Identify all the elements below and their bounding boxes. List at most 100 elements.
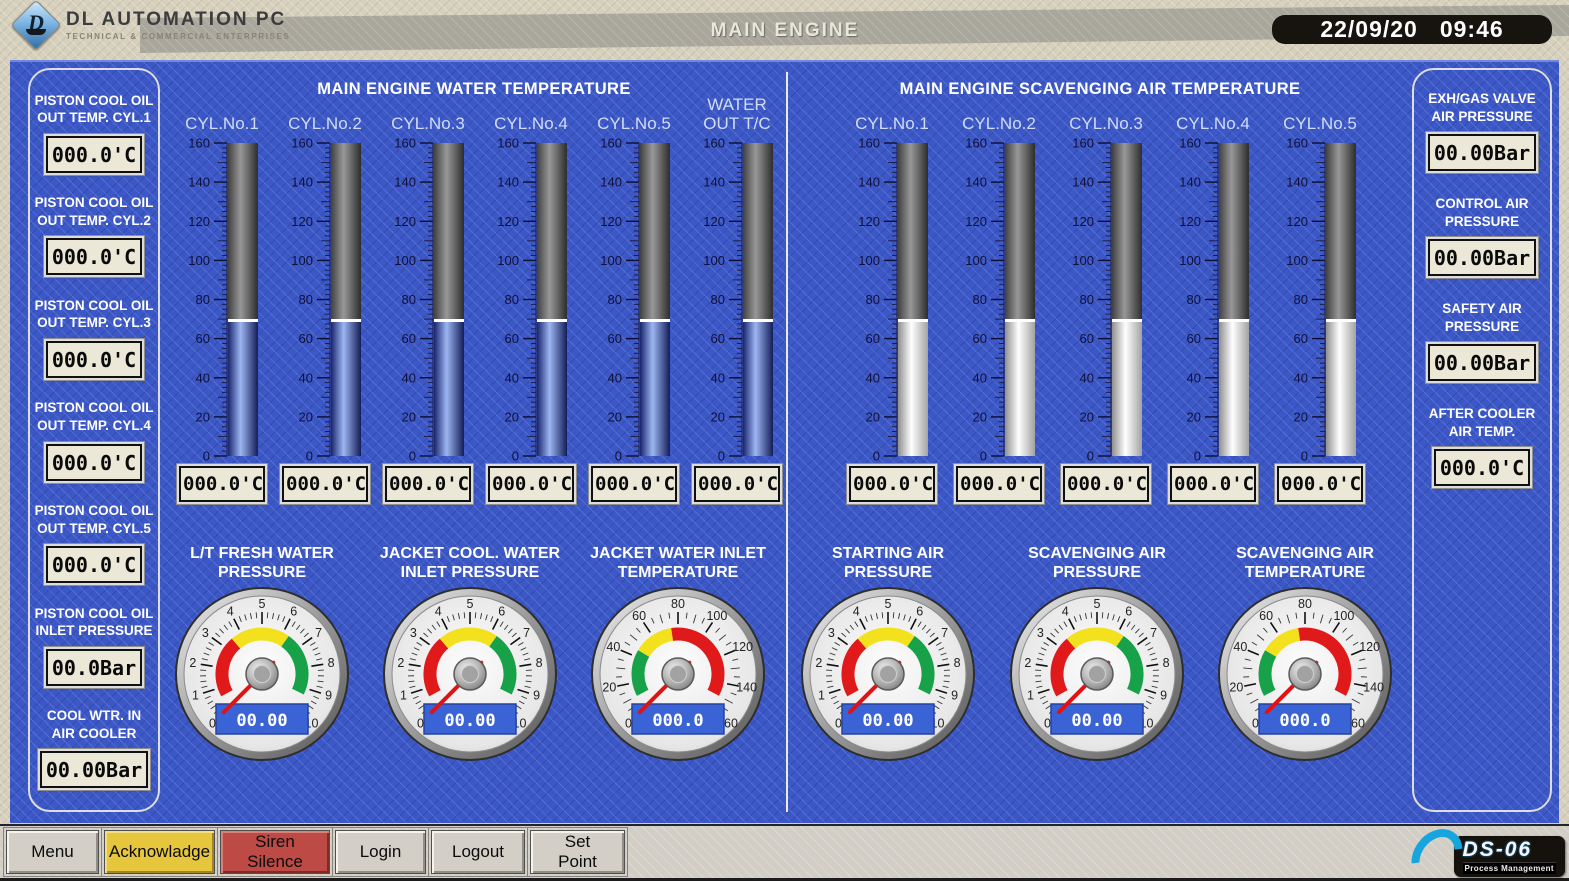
lcd-value: 00.00Bar [1428,344,1536,381]
logout-button[interactable]: Logout [431,830,525,874]
svg-text:160: 160 [600,136,622,151]
svg-text:80: 80 [671,597,685,611]
svg-text:100: 100 [858,253,880,268]
svg-text:6: 6 [290,605,297,619]
bar-tube [228,143,258,456]
svg-text:0: 0 [615,449,622,464]
siren-silence-button[interactable]: Siren Silence [220,830,330,874]
bar-fill [434,319,464,456]
svg-text:7: 7 [1150,626,1157,640]
svg-text:60: 60 [1294,331,1308,346]
svg-text:0: 0 [1087,449,1094,464]
dial-gauge-title: L/T FRESH WATER PRESSURE [142,544,382,582]
svg-text:140: 140 [600,175,622,190]
svg-text:5: 5 [259,597,266,611]
gauge-readout: 00.00 [236,711,287,731]
bar-value-display: 000.0'C [385,466,471,502]
svg-text:20: 20 [711,409,725,424]
svg-text:60: 60 [973,331,987,346]
svg-text:0: 0 [625,717,632,731]
svg-text:160: 160 [291,136,313,151]
section-divider [786,72,788,812]
gauge-readout: 00.00 [444,711,495,731]
bar-gauge-label: CYL.No.1 [180,90,264,134]
dial-gauge-title: SCAVENGING AIR TEMPERATURE [1185,544,1425,582]
dial-gauge-title: JACKET WATER INLET TEMPERATURE [558,544,798,582]
svg-text:120: 120 [291,214,313,229]
dial-gauge: 020406080100120140160 000.0 [590,586,766,762]
lcd-value: 000.0'C [1434,449,1530,486]
sidebar-readout: CONTROL AIR PRESSURE00.00Bar [1428,195,1536,276]
svg-text:20: 20 [608,409,622,424]
svg-text:80: 80 [1187,292,1201,307]
dial-gauge: 012345678910 00.00 [382,586,558,762]
bar-fill [640,319,670,456]
header: D DL AUTOMATION PC TECHNICAL & COMMERCIA… [0,0,1569,60]
svg-text:80: 80 [1080,292,1094,307]
svg-text:3: 3 [202,626,209,640]
svg-text:40: 40 [1233,640,1247,654]
svg-text:0: 0 [1252,717,1259,731]
bar-gauge-label: CYL.No.5 [592,90,676,134]
bar-gauge-label: WATER OUT T/C [695,90,779,134]
svg-text:0: 0 [873,449,880,464]
svg-text:100: 100 [703,253,725,268]
sidebar-readout: SAFETY AIR PRESSURE 00.00Bar [1428,300,1536,381]
bar-fill [537,319,567,456]
brand-name: DS-06 [1463,839,1556,860]
readout-label: PISTON COOL OIL INLET PRESSURE [35,605,154,640]
set-point-button[interactable]: Set Point [530,830,625,874]
svg-text:100: 100 [497,253,519,268]
svg-text:120: 120 [732,640,753,654]
svg-text:6: 6 [916,605,923,619]
svg-text:120: 120 [858,214,880,229]
readout-label: EXH/GAS VALVE AIR PRESSURE [1428,90,1536,125]
toolbar: MenuAcknowladgeSiren SilenceLoginLogoutS… [0,824,1569,881]
bar-tube [434,143,464,456]
acknowladge-button[interactable]: Acknowladge [104,830,215,874]
svg-text:80: 80 [973,292,987,307]
svg-text:120: 120 [188,214,210,229]
company-subtitle: TECHNICAL & COMMERCIAL ENTERPRISES [66,32,290,41]
bar-tube [537,143,567,456]
svg-text:60: 60 [196,331,210,346]
svg-text:9: 9 [533,689,540,703]
svg-text:20: 20 [866,409,880,424]
login-button[interactable]: Login [335,830,426,874]
svg-text:0: 0 [980,449,987,464]
svg-text:140: 140 [1363,681,1384,695]
bar-gauge-label: CYL.No.1 [850,90,934,134]
svg-text:100: 100 [394,253,416,268]
svg-text:60: 60 [711,331,725,346]
svg-text:20: 20 [1294,409,1308,424]
bar-value-display: 000.0'C [282,466,368,502]
svg-text:140: 140 [291,175,313,190]
dial-gauge-title: JACKET COOL. WATER INLET PRESSURE [350,544,590,582]
svg-text:0: 0 [835,717,842,731]
bar-fill [228,319,258,456]
lcd-value: 00.00Bar [1428,134,1536,171]
bar-gauge-column: CYL.No.1020406080100120140160 [850,90,934,464]
left-sidebar-panel: PISTON COOL OIL OUT TEMP. CYL.1000.0'CPI… [28,68,160,812]
svg-text:160: 160 [1072,136,1094,151]
svg-text:0: 0 [209,717,216,731]
svg-text:3: 3 [828,626,835,640]
bar-fill [1112,319,1142,456]
svg-text:120: 120 [1179,214,1201,229]
svg-text:20: 20 [402,409,416,424]
svg-text:80: 80 [608,292,622,307]
bar-tube [640,143,670,456]
svg-text:4: 4 [1062,605,1069,619]
svg-text:2: 2 [815,656,822,670]
bar-fill [898,319,928,456]
svg-text:120: 120 [1359,640,1380,654]
svg-text:20: 20 [1080,409,1094,424]
bar-gauge-label: CYL.No.5 [1278,90,1362,134]
readout-label: SAFETY AIR PRESSURE [1442,300,1522,335]
readout-label: AFTER COOLER AIR TEMP. [1429,405,1536,440]
readout-label: PISTON COOL OIL OUT TEMP. CYL.5 [35,502,154,537]
bar-gauge-label: CYL.No.3 [1064,90,1148,134]
svg-text:1: 1 [818,689,825,703]
svg-text:40: 40 [299,370,313,385]
menu-button[interactable]: Menu [6,830,99,874]
